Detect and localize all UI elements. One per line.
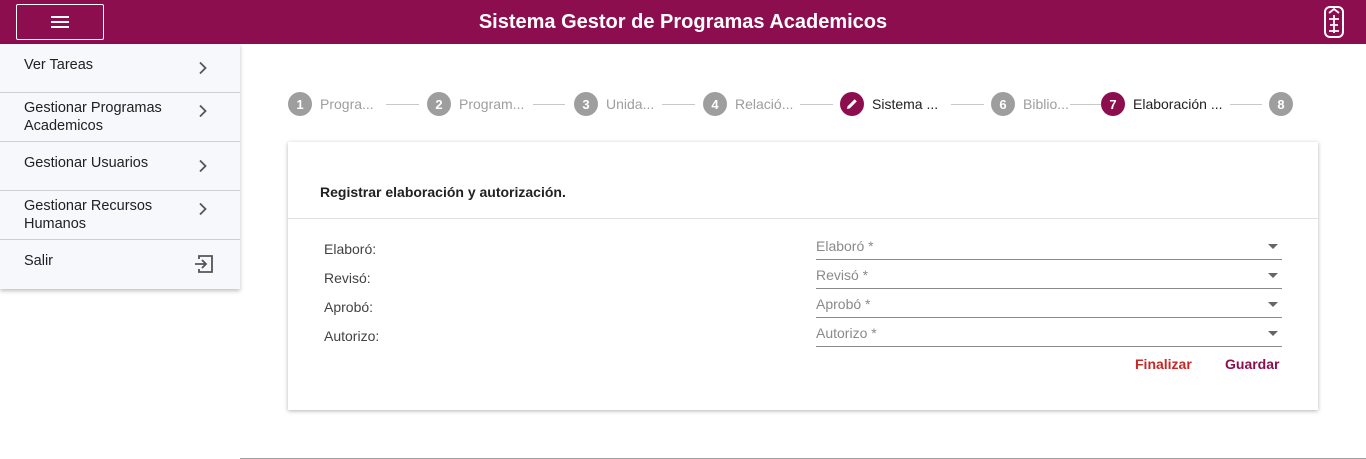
step-connector: [1230, 104, 1262, 105]
form-card: Registrar elaboración y autorización. El…: [288, 142, 1318, 410]
step-label: Progra...: [320, 96, 374, 112]
step-number: 1: [288, 92, 312, 116]
field-label-elaboro: Elaboró:: [324, 241, 377, 257]
select-placeholder: Elaboró *: [816, 238, 874, 254]
step-1[interactable]: 1 Progra...: [288, 92, 374, 116]
chevron-right-icon: [199, 202, 207, 216]
pencil-icon: [847, 99, 857, 109]
sidebar-item-salir[interactable]: Salir: [0, 240, 240, 289]
step-4[interactable]: 4 Relació...: [703, 92, 793, 116]
step-number: 8: [1269, 92, 1293, 116]
step-8[interactable]: 8: [1269, 92, 1293, 116]
chevron-right-icon: [199, 159, 207, 173]
select-placeholder: Revisó *: [816, 267, 869, 283]
sidebar-item-label: Salir: [24, 253, 54, 269]
field-label-autorizo: Autorizo:: [324, 328, 380, 344]
logout-icon: [195, 255, 213, 273]
step-number: 2: [427, 92, 451, 116]
sidebar-item-gestionar-recursos-humanos[interactable]: Gestionar Recursos Humanos: [0, 191, 240, 240]
step-connector: [1070, 104, 1101, 105]
step-connector: [662, 104, 695, 105]
dropdown-arrow-icon: [1268, 331, 1278, 336]
step-connector: [800, 104, 833, 105]
sidebar-item-label: Gestionar Usuarios: [24, 155, 149, 171]
step-label: Elaboración ...: [1133, 96, 1223, 112]
step-number: 4: [703, 92, 727, 116]
select-placeholder: Aprobó *: [816, 296, 871, 312]
step-number: 7: [1101, 92, 1125, 116]
sidebar-item-gestionar-usuarios[interactable]: Gestionar Usuarios: [0, 142, 240, 191]
step-5[interactable]: Sistema ...: [840, 92, 938, 116]
chevron-right-icon: [199, 104, 207, 118]
dropdown-arrow-icon: [1268, 273, 1278, 278]
hamburger-icon: [51, 16, 69, 28]
sidebar-item-label: Gestionar Programas Academicos: [24, 100, 162, 134]
step-label: Unida...: [606, 96, 655, 112]
step-edit-indicator: [840, 92, 864, 116]
dropdown-arrow-icon: [1268, 302, 1278, 307]
step-connector: [386, 104, 419, 105]
elaboro-select[interactable]: Elaboró *: [816, 234, 1282, 260]
step-number: 6: [991, 92, 1015, 116]
sidebar: Ver Tareas Gestionar Programas Academicos…: [0, 44, 240, 289]
step-connector: [951, 104, 984, 105]
dropdown-arrow-icon: [1268, 244, 1278, 249]
sidebar-item-ver-tareas[interactable]: Ver Tareas: [0, 44, 240, 93]
sidebar-item-label: Ver Tareas: [24, 57, 94, 73]
form-title: Registrar elaboración y autorización.: [320, 184, 566, 200]
divider: [288, 218, 1318, 219]
stepper: 1 Progra... 2 Program... 3 Unida... 4 Re…: [288, 92, 1318, 116]
step-2[interactable]: 2 Program...: [427, 92, 524, 116]
guardar-button[interactable]: Guardar: [1225, 356, 1279, 372]
finalizar-button[interactable]: Finalizar: [1135, 356, 1192, 372]
field-label-aprobo: Aprobó:: [324, 299, 374, 315]
app-title: Sistema Gestor de Programas Academicos: [478, 11, 888, 33]
top-app-bar: Sistema Gestor de Programas Academicos: [0, 0, 1366, 44]
aprobo-select[interactable]: Aprobó *: [816, 292, 1282, 318]
step-number: 3: [574, 92, 598, 116]
institution-seal-logo: [1324, 6, 1344, 38]
step-label: Relació...: [735, 96, 794, 112]
step-connector: [533, 104, 565, 105]
step-label: Biblio...: [1023, 96, 1069, 112]
sidebar-item-gestionar-programas[interactable]: Gestionar Programas Academicos: [0, 93, 240, 142]
menu-button[interactable]: [16, 4, 104, 40]
sidebar-item-label: Gestionar Recursos Humanos: [24, 198, 153, 232]
autorizo-select[interactable]: Autorizo *: [816, 321, 1282, 347]
step-3[interactable]: 3 Unida...: [574, 92, 654, 116]
chevron-right-icon: [199, 61, 207, 75]
step-label: Sistema ...: [872, 96, 939, 112]
reviso-select[interactable]: Revisó *: [816, 263, 1282, 289]
select-placeholder: Autorizo *: [816, 325, 877, 341]
step-7[interactable]: 7 Elaboración ...: [1101, 92, 1223, 116]
field-label-reviso: Revisó:: [324, 270, 371, 286]
step-6[interactable]: 6 Biblio...: [991, 92, 1069, 116]
step-label: Program...: [459, 96, 525, 112]
